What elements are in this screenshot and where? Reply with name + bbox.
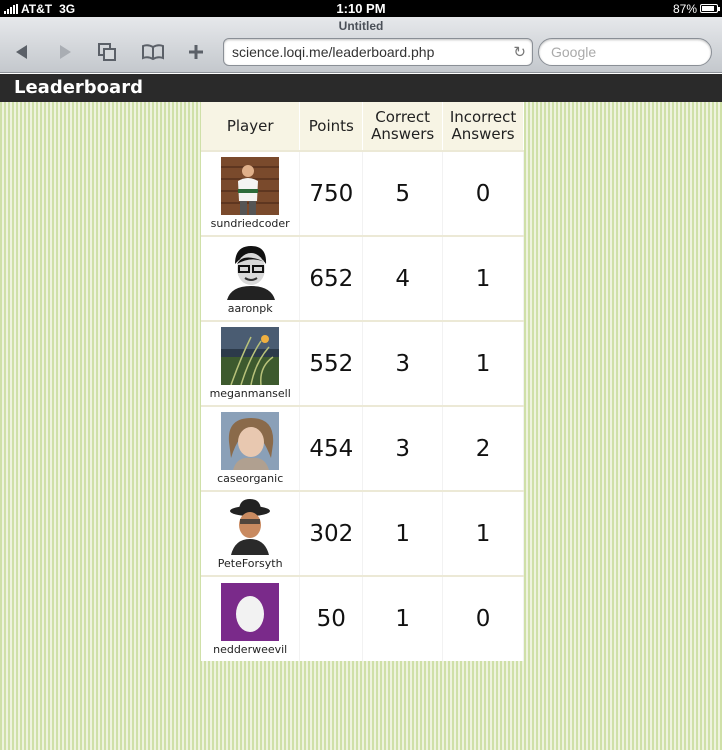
table-header-row: Player Points Correct Answers Incorrect An… xyxy=(201,102,524,151)
back-arrow-icon xyxy=(16,45,27,59)
avatar[interactable] xyxy=(221,157,280,215)
reload-icon[interactable]: ↻ xyxy=(513,43,526,61)
player-name[interactable]: nedderweevil xyxy=(201,643,299,656)
points-cell: 552 xyxy=(299,320,364,406)
player-name[interactable]: caseorganic xyxy=(201,472,299,485)
header-incorrect-answers: Incorrect Answers xyxy=(442,102,524,151)
url-input[interactable]: science.loqi.me/leaderboard.php ↻ xyxy=(223,38,533,66)
points-cell: 652 xyxy=(299,235,364,321)
player-cell: PeteForsyth xyxy=(201,490,301,576)
player-name[interactable]: meganmansell xyxy=(201,387,299,400)
forward-arrow-icon xyxy=(60,45,71,59)
player-name[interactable]: PeteForsyth xyxy=(201,557,299,570)
table-row: meganmansell 552 3 1 xyxy=(201,320,524,406)
status-bar: AT&T 3G 1:10 PM 87% xyxy=(0,0,722,17)
table-row: nedderweevil 50 1 0 xyxy=(201,575,524,661)
bookmarks-icon xyxy=(142,44,164,61)
incorrect-cell: 0 xyxy=(442,150,524,236)
bookmarks-button[interactable] xyxy=(140,41,166,63)
battery-icon xyxy=(700,4,720,13)
search-placeholder: Google xyxy=(551,44,597,60)
url-text: science.loqi.me/leaderboard.php xyxy=(232,44,435,60)
correct-cell: 1 xyxy=(362,490,444,576)
avatar[interactable] xyxy=(221,497,280,555)
plus-icon xyxy=(189,45,203,59)
battery-label: 87% xyxy=(672,1,697,16)
avatar[interactable] xyxy=(221,242,280,300)
battery-info: 87% xyxy=(672,1,720,16)
avatar[interactable] xyxy=(221,582,280,641)
forward-button[interactable] xyxy=(54,41,76,63)
player-cell: aaronpk xyxy=(201,235,301,321)
player-cell: sundriedcoder xyxy=(201,150,301,236)
incorrect-cell: 1 xyxy=(442,320,524,406)
incorrect-cell: 2 xyxy=(442,405,524,491)
header-player: Player xyxy=(201,102,301,151)
incorrect-cell: 0 xyxy=(442,575,524,661)
player-cell: caseorganic xyxy=(201,405,301,491)
app-header: Leaderboard xyxy=(0,74,722,102)
correct-cell: 3 xyxy=(362,320,444,406)
page-title: Untitled xyxy=(338,19,384,33)
table-row: sundriedcoder 750 5 0 xyxy=(201,150,524,236)
search-input[interactable]: Google xyxy=(538,38,712,66)
app-title: Leaderboard xyxy=(14,77,143,98)
table-row: aaronpk 652 4 1 xyxy=(201,235,524,321)
player-cell: meganmansell xyxy=(201,320,301,406)
points-cell: 302 xyxy=(299,490,364,576)
page-content: Player Points Correct Answers Incorrect An… xyxy=(0,102,722,750)
table-row: caseorganic 454 3 2 xyxy=(201,405,524,491)
correct-cell: 3 xyxy=(362,405,444,491)
table-row: PeteForsyth 302 1 1 xyxy=(201,490,524,576)
correct-cell: 4 xyxy=(362,235,444,321)
header-correct-answers: Correct Answers xyxy=(362,102,444,151)
back-button[interactable] xyxy=(11,41,33,63)
incorrect-cell: 1 xyxy=(442,490,524,576)
incorrect-cell: 1 xyxy=(442,235,524,321)
player-name[interactable]: sundriedcoder xyxy=(201,217,299,230)
correct-cell: 5 xyxy=(362,150,444,236)
player-name[interactable]: aaronpk xyxy=(201,302,299,315)
pages-button[interactable] xyxy=(96,41,118,63)
browser-toolbar: Untitled science.loqi.me/leaderboard.php… xyxy=(0,17,722,73)
avatar[interactable] xyxy=(221,327,280,385)
player-cell: nedderweevil xyxy=(201,575,301,661)
status-time: 1:10 PM xyxy=(336,1,386,16)
avatar[interactable] xyxy=(221,412,280,470)
points-cell: 50 xyxy=(299,575,364,661)
points-cell: 454 xyxy=(299,405,364,491)
correct-cell: 1 xyxy=(362,575,444,661)
leaderboard-table: Player Points Correct Answers Incorrect An… xyxy=(201,102,524,661)
header-points: Points xyxy=(299,102,364,151)
points-cell: 750 xyxy=(299,150,364,236)
add-bookmark-button[interactable] xyxy=(185,41,207,63)
pages-icon xyxy=(98,43,116,61)
